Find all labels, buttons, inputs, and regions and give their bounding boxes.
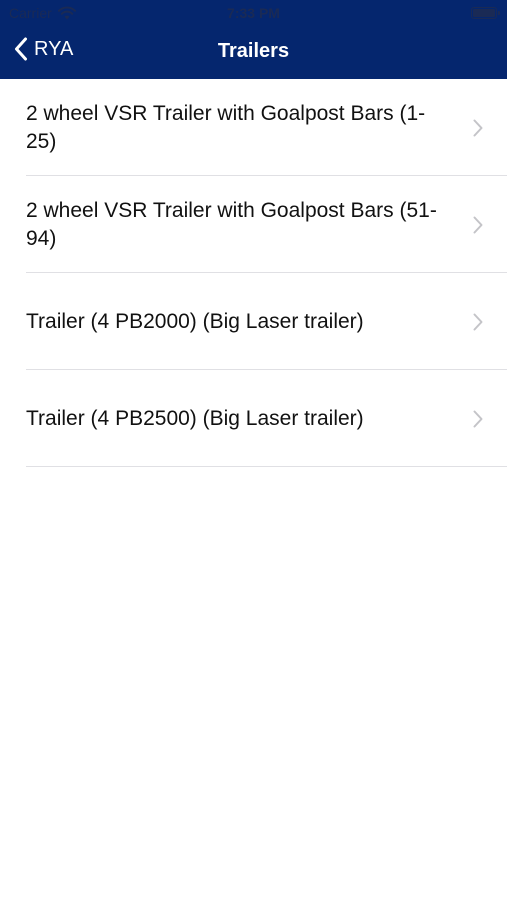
battery-icon [471,7,500,19]
chevron-right-icon [473,313,483,330]
list-item[interactable]: 2 wheel VSR Trailer with Goalpost Bars (… [0,176,507,273]
chevron-right-icon [473,216,483,233]
navigation-bar: RYA Trailers [0,26,507,79]
status-bar: Carrier 7:33 PM [0,0,507,26]
chevron-right-icon [473,410,483,427]
chevron-right-icon [473,119,483,136]
page-title: Trailers [217,40,290,62]
screen: Carrier 7:33 PM RYA Trailers 2 wheel VSR… [0,0,507,900]
list-item[interactable]: 2 wheel VSR Trailer with Goalpost Bars (… [0,79,507,176]
list-item-label: Trailer (4 PB2000) (Big Laser trailer) [26,309,364,333]
list-item[interactable]: Trailer (4 PB2000) (Big Laser trailer) [0,273,507,370]
trailer-list: 2 wheel VSR Trailer with Goalpost Bars (… [0,79,507,467]
list-item-label: Trailer (4 PB2500) (Big Laser trailer) [26,406,364,430]
list-item[interactable]: Trailer (4 PB2500) (Big Laser trailer) [0,370,507,467]
status-time: 7:33 PM [227,5,280,21]
list-item-label: 2 wheel VSR Trailer with Goalpost Bars (… [26,101,426,153]
list-item-label: 2 wheel VSR Trailer with Goalpost Bars (… [26,198,437,250]
header: Carrier 7:33 PM RYA Trailers [0,0,507,79]
